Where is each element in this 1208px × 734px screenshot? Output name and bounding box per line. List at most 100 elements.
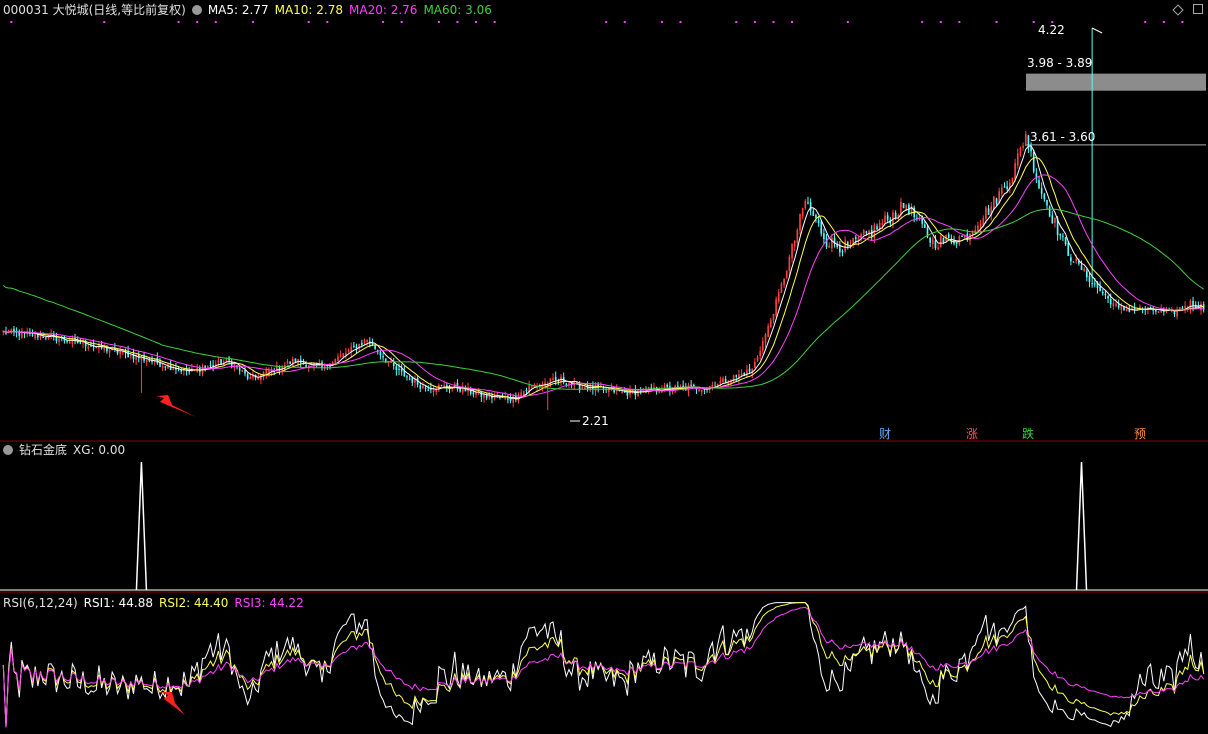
candle-body xyxy=(807,202,809,204)
candle-body xyxy=(350,346,353,353)
candle-body xyxy=(727,382,730,385)
candle-body xyxy=(666,384,669,387)
settings-icon[interactable] xyxy=(191,5,202,15)
candle-body xyxy=(361,343,363,345)
candle-body xyxy=(246,374,249,379)
marker-zhang[interactable]: 涨 xyxy=(966,426,978,441)
marker-yu[interactable]: 预 xyxy=(1134,427,1146,441)
candle-body xyxy=(523,390,525,395)
price-annot-high: 4.22 xyxy=(1038,23,1065,37)
signal-dot xyxy=(995,21,998,23)
signal-dot xyxy=(382,21,385,23)
candle-body xyxy=(1181,307,1184,310)
candle-body xyxy=(977,225,979,232)
signal-dot xyxy=(475,21,478,23)
candle-body xyxy=(987,208,990,215)
candle-body xyxy=(164,366,167,368)
candle-body xyxy=(828,245,831,248)
candle-body xyxy=(475,392,477,395)
candle-body xyxy=(1157,311,1160,314)
candle-body xyxy=(857,237,860,241)
candle-body xyxy=(788,256,791,272)
candle-body xyxy=(493,396,496,399)
candle-body xyxy=(1184,306,1186,309)
candle-body xyxy=(937,247,939,250)
signal-dot xyxy=(679,21,682,23)
signal-dot xyxy=(400,21,403,23)
candle-body xyxy=(1051,215,1054,224)
candle-body xyxy=(1024,134,1027,147)
price-annot-resist1: 3.98 - 3.89 xyxy=(1027,56,1092,70)
candle-body xyxy=(939,236,942,248)
candle-body xyxy=(71,338,74,344)
candle-body xyxy=(305,364,307,367)
marker-die[interactable]: 跌 xyxy=(1022,426,1034,441)
xg-panel xyxy=(0,461,1208,591)
candle-body xyxy=(772,313,775,321)
candle-body xyxy=(841,251,844,253)
candle-body xyxy=(241,369,244,372)
candle-body xyxy=(934,240,937,249)
candle-body xyxy=(483,393,485,398)
candle-body xyxy=(66,340,68,342)
settings-icon[interactable] xyxy=(3,445,13,455)
candle-body xyxy=(897,215,900,218)
candle-body xyxy=(764,334,767,343)
rsi1-line xyxy=(2,602,1205,728)
candle-body xyxy=(722,378,724,382)
candle-body xyxy=(443,385,445,388)
candle-body xyxy=(79,342,82,344)
candle-body xyxy=(1046,200,1048,206)
candle-body xyxy=(58,338,60,342)
candle-body xyxy=(1115,303,1117,306)
candle-body xyxy=(238,367,241,371)
annotation-arrow xyxy=(157,395,196,417)
candle-body xyxy=(1120,306,1123,310)
candle-body xyxy=(961,235,963,237)
price-legend: 000031 大悦城(日线,等比前复权) MA5: 2.77 MA10: 2.78 M… xyxy=(3,1,498,19)
candle-body xyxy=(831,237,833,249)
signal-dot xyxy=(177,21,180,23)
candle-body xyxy=(268,370,270,373)
candle-body xyxy=(700,389,703,393)
candle-body xyxy=(929,237,931,243)
candle-body xyxy=(682,385,684,387)
signal-dot xyxy=(623,21,626,23)
xg-spike xyxy=(1075,461,1088,591)
candle-body xyxy=(759,351,762,356)
candle-body xyxy=(1001,187,1003,194)
stock-chart[interactable]: 4.22 3.98 - 3.89 3.61 - 3.60 2.21 财 涨 跌 … xyxy=(0,0,1208,734)
maximize-icon[interactable] xyxy=(1193,4,1203,14)
candle-body xyxy=(204,366,206,368)
candle-body xyxy=(995,198,998,205)
candle-body xyxy=(395,366,398,370)
candle-body xyxy=(1085,270,1088,278)
candle-body xyxy=(424,387,427,389)
candle-body xyxy=(820,221,823,234)
candle-body xyxy=(1059,234,1062,236)
candle-body xyxy=(257,377,260,380)
signal-dot xyxy=(214,21,217,23)
candle-body xyxy=(886,215,889,220)
candle-body xyxy=(507,398,509,400)
marker-cai[interactable]: 财 xyxy=(879,427,891,441)
ma60-line xyxy=(2,208,1204,391)
candle-body xyxy=(775,299,777,316)
candle-body xyxy=(156,357,159,364)
candle-body xyxy=(817,219,820,223)
candle-body xyxy=(289,361,291,365)
candle-body xyxy=(998,191,1001,204)
candle-body xyxy=(337,356,339,361)
candle-body xyxy=(1038,180,1040,189)
candle-body xyxy=(823,233,825,240)
candle-body xyxy=(692,384,695,386)
candle-body xyxy=(161,365,164,369)
candle-body xyxy=(1016,153,1019,166)
candle-body xyxy=(756,356,759,361)
candle-body xyxy=(1072,261,1075,263)
candle-body xyxy=(1006,186,1008,189)
candle-body xyxy=(459,388,461,392)
candle-body xyxy=(876,226,878,230)
candle-body xyxy=(1075,258,1078,262)
ma5-line xyxy=(3,145,1204,400)
